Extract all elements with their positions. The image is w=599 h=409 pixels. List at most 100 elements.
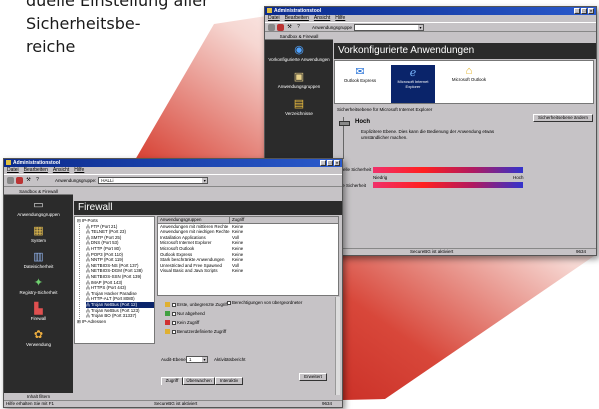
side-item-label: Registry-Sicherheit <box>19 290 58 295</box>
access-option-checkbox[interactable] <box>172 311 176 316</box>
menu-ansicht[interactable]: Ansicht <box>314 15 330 22</box>
access-option-checkbox[interactable] <box>172 302 176 307</box>
app-label: Microsoft Internet Explorer <box>397 79 429 89</box>
title-bar[interactable]: Administrationstool _ □ × <box>4 159 342 167</box>
side-bottom-label[interactable]: Inhalt filtern <box>4 393 73 400</box>
maximize-button[interactable]: □ <box>327 160 333 166</box>
tools-icon[interactable]: ⚒ <box>25 177 32 184</box>
tree-item-label: HTTPS (Port 443) <box>90 285 127 291</box>
intro-line-3: reiche <box>26 37 76 56</box>
close-button[interactable]: × <box>588 8 594 14</box>
app-icon <box>6 160 11 165</box>
menu-ansicht[interactable]: Ansicht <box>53 167 69 174</box>
access-option-checkbox[interactable] <box>172 320 176 325</box>
column-header-access[interactable]: Zugriff <box>230 217 244 223</box>
tree-item-label: TELNET (Port 23) <box>90 229 126 235</box>
menu-hilfe[interactable]: Hilfe <box>74 167 84 174</box>
back-icon[interactable] <box>7 177 14 184</box>
help-icon[interactable]: ? <box>34 177 41 184</box>
menu-datei[interactable]: Datei <box>7 167 19 174</box>
list-row[interactable]: Visual Basic and Java Scripts Keine <box>158 268 338 274</box>
app-label: Microsoft Outlook <box>451 77 487 82</box>
maximize-button[interactable]: □ <box>581 8 587 14</box>
app-internet-explorer[interactable]: ℯ Microsoft Internet Explorer <box>391 65 435 103</box>
tree-item-label: NNTP (Port 119) <box>90 257 124 263</box>
tab-monitor[interactable]: Überwachen <box>183 377 215 385</box>
side-item-label: Vorkonfigurierte Anwendungen <box>268 57 330 62</box>
folder-icon: ▤ <box>293 98 305 110</box>
app-outlook-express[interactable]: ✉ Outlook Express <box>343 65 377 103</box>
side-panel-title: Sandbox & Firewall <box>4 188 73 195</box>
inherit-label: Berechtigungen von übergeordneter <box>232 300 303 305</box>
status-center: SecureBG ist aktiviert <box>154 401 198 406</box>
group-dropdown[interactable] <box>354 23 425 31</box>
title-bar[interactable]: Administrationstool _ □ × <box>265 7 596 15</box>
app-group-icon: ▣ <box>293 71 305 83</box>
app-outlook[interactable]: ⌂ Microsoft Outlook <box>449 65 489 103</box>
side-item-preconfigured[interactable]: ◉ Vorkonfigurierte Anwendungen <box>265 44 333 62</box>
side-item-label: Firewall <box>30 316 47 321</box>
column-header-groups[interactable]: Anwendungsgruppen <box>158 217 230 223</box>
audit-level-label: Audit-Ebene <box>161 357 186 362</box>
status-center: SecureBG ist aktiviert <box>410 249 454 254</box>
tab-interactive[interactable]: Interaktiv <box>215 377 243 385</box>
close-button[interactable]: × <box>334 160 340 166</box>
change-level-button[interactable]: Sicherheitsebene ändern <box>533 114 593 122</box>
side-item-system[interactable]: ▦ System <box>4 225 73 243</box>
side-item-usage[interactable]: ✿ Verwendung <box>4 329 73 347</box>
tree-item-label: HTTP-ALT (Port 8080) <box>90 296 135 302</box>
intro-line-1: duelle Einstellung aller <box>26 0 209 10</box>
advanced-button[interactable]: Erweitert <box>299 373 327 381</box>
tab-access[interactable]: Zugriff <box>161 377 183 385</box>
access-option-label: Kein Zugriff <box>177 320 200 325</box>
window-title: Administrationstool <box>274 8 322 14</box>
side-item-directories[interactable]: ▤ Verzeichnisse <box>265 98 333 116</box>
toolbar: ⚒ ? Anwendungsgruppe <box>265 22 596 32</box>
stop-icon[interactable] <box>16 177 23 184</box>
menu-bearbeiten[interactable]: Bearbeiten <box>285 15 309 22</box>
menu-bar: Datei Bearbeiten Ansicht Hilfe <box>4 167 342 174</box>
side-item-firewall[interactable]: ▙ Firewall <box>4 303 73 321</box>
tree-root-ip-addresses[interactable]: ⊞ IP-Adressen <box>77 319 154 325</box>
group-dropdown[interactable]: HALLi <box>98 177 209 184</box>
side-item-app-groups[interactable]: ▭ Anwendungsgruppen <box>4 199 73 217</box>
tree-root-label: IP-Adressen <box>81 318 107 324</box>
stop-icon[interactable] <box>277 23 284 31</box>
minimize-button[interactable]: _ <box>320 160 326 166</box>
level-description: Explizitere Ebene. Dies kann die Bedienu… <box>361 129 495 140</box>
side-item-label: System <box>30 238 46 243</box>
access-option[interactable]: Benutzerdefinierte Zugriff <box>165 327 339 336</box>
audit-level-dropdown[interactable]: 1 <box>186 356 208 363</box>
menu-hilfe[interactable]: Hilfe <box>335 15 345 22</box>
back-icon[interactable] <box>268 23 275 31</box>
access-option[interactable]: Nur abgehend <box>165 309 339 318</box>
menu-bearbeiten[interactable]: Bearbeiten <box>24 167 48 174</box>
level-name: Hoch <box>355 119 370 125</box>
access-option-checkbox[interactable] <box>172 329 176 334</box>
access-option[interactable]: Kein Zugriff <box>165 318 339 327</box>
system-icon: ▦ <box>33 225 44 237</box>
access-options: Erste, unbegrenzte Zugriff Nur abgehend Ke… <box>157 297 339 343</box>
inherit-checkbox[interactable] <box>227 300 231 305</box>
vertical-scrollbar[interactable] <box>335 297 340 395</box>
tree-item-label: Trojan BO (Port 31337) <box>90 313 137 319</box>
group-label: Anwendungsgruppe: <box>55 178 97 183</box>
level-slider-thumb[interactable] <box>339 121 350 126</box>
minimize-button[interactable]: _ <box>574 8 580 14</box>
help-icon[interactable]: ? <box>295 24 302 31</box>
page-title: Firewall <box>74 201 342 215</box>
side-item-file-security[interactable]: ▥ Dateisicherheit <box>4 251 73 269</box>
list-cell-access: Keine <box>232 268 244 274</box>
window-title: Administrationstool <box>13 160 61 166</box>
tools-icon[interactable]: ⚒ <box>286 24 293 31</box>
menu-datei[interactable]: Datei <box>268 15 280 22</box>
admin-window-firewall: Administrationstool _ □ × Datei Bearbeit… <box>3 158 343 408</box>
apps-panel: ✉ Outlook Express ℯ Microsoft Internet E… <box>334 60 594 104</box>
access-list-header: Anwendungsgruppen Zugriff <box>158 217 338 224</box>
high-label: Hoch <box>513 175 524 180</box>
tree-item-label: NETBIOS-SSN (Port 139) <box>90 273 142 279</box>
status-right: 9634 <box>321 401 332 406</box>
side-item-registry[interactable]: ✦ Registry-Sicherheit <box>4 277 73 295</box>
inherit-option[interactable]: Berechtigungen von übergeordneter <box>227 300 302 306</box>
side-item-app-groups[interactable]: ▣ Anwendungsgruppen <box>265 71 333 89</box>
